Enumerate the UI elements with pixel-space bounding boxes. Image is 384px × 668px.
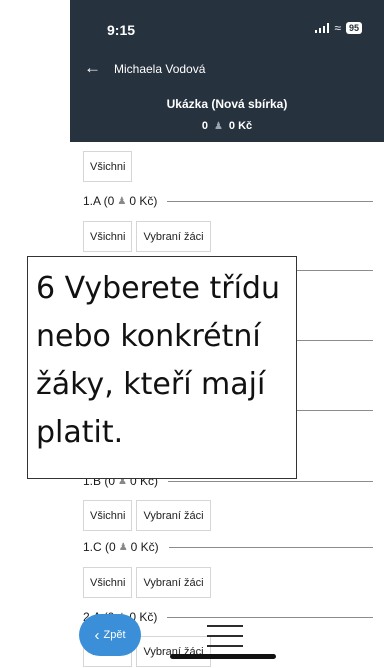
header: 9:15 ≈ 95 ← Michaela Vodová Ukázka (Nová… (70, 0, 384, 142)
signal-icon (314, 23, 330, 33)
selected-students-button[interactable]: Vybraní žáci (136, 500, 211, 531)
selected-students-button[interactable]: Vybraní žáci (136, 221, 211, 252)
totals: 0 ♟ 0 Kč (70, 120, 384, 132)
back-button[interactable]: ‹ Zpět (79, 614, 141, 656)
class-heading: 1.A (0 ♟ 0 Kč) (83, 194, 373, 208)
divider (168, 546, 373, 548)
all-button[interactable]: Všichni (83, 500, 133, 531)
class-label: 1.A (0 (83, 194, 115, 208)
total-count: 0 (201, 120, 208, 132)
person-name: Michaela Vodová (114, 62, 206, 76)
divider (168, 480, 373, 482)
all-button[interactable]: Všichni (83, 151, 133, 182)
person-icon: ♟ (213, 120, 223, 132)
menu-icon[interactable] (207, 625, 243, 647)
home-indicator (170, 654, 276, 659)
tutorial-tooltip: 6 Vyberete třídu nebo konkrétní žáky, kt… (27, 256, 297, 479)
divider (167, 200, 373, 202)
person-icon: ♟ (117, 195, 127, 207)
total-amount: 0 Kč (228, 120, 253, 132)
chevron-left-icon: ‹ (94, 626, 100, 644)
selected-students-button[interactable]: Vybraní žáci (136, 636, 211, 667)
selected-students-button[interactable]: Vybraní žáci (136, 567, 211, 598)
back-label: Zpět (103, 629, 126, 641)
divider (167, 616, 373, 618)
battery-icon: 95 (345, 22, 362, 34)
class-amount: 0 Kč) (130, 540, 159, 554)
all-classes-row: Všichni (83, 151, 133, 182)
status-icons: ≈ 95 (314, 21, 362, 35)
collection-title: Ukázka (Nová sbírka) (166, 97, 288, 111)
class-buttons: Všichni Vybraní žáci (83, 567, 211, 598)
all-button[interactable]: Všichni (83, 567, 133, 598)
back-arrow-icon[interactable]: ← (84, 58, 101, 78)
all-button[interactable]: Všichni (83, 221, 133, 252)
class-amount: 0 Kč) (129, 194, 158, 208)
status-time: 9:15 (107, 22, 136, 38)
wifi-icon: ≈ (334, 21, 341, 35)
person-icon: ♟ (118, 541, 128, 553)
class-buttons: Všichni Vybraní žáci (83, 500, 211, 531)
class-buttons: Všichni Vybraní žáci (83, 221, 211, 252)
class-label: 1.C (0 (83, 540, 116, 554)
class-heading: 1.C (0 ♟ 0 Kč) (83, 540, 373, 554)
